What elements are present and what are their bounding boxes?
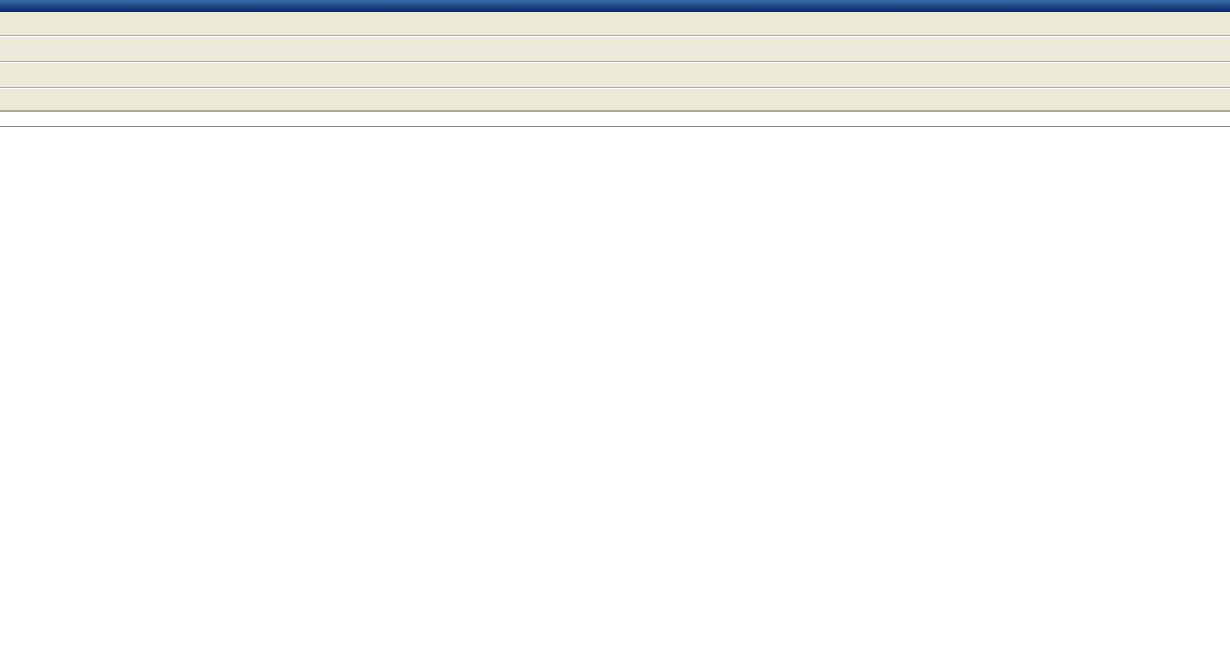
title-bar	[0, 0, 1230, 12]
main-chart-svg	[0, 127, 1230, 652]
nav-toolbar	[0, 62, 1230, 88]
time-axis	[0, 111, 1230, 127]
main-toolbar	[0, 36, 1230, 62]
chart-area[interactable]	[0, 127, 1230, 652]
draw-toolbar	[0, 88, 1230, 111]
menu-bar	[0, 12, 1230, 36]
